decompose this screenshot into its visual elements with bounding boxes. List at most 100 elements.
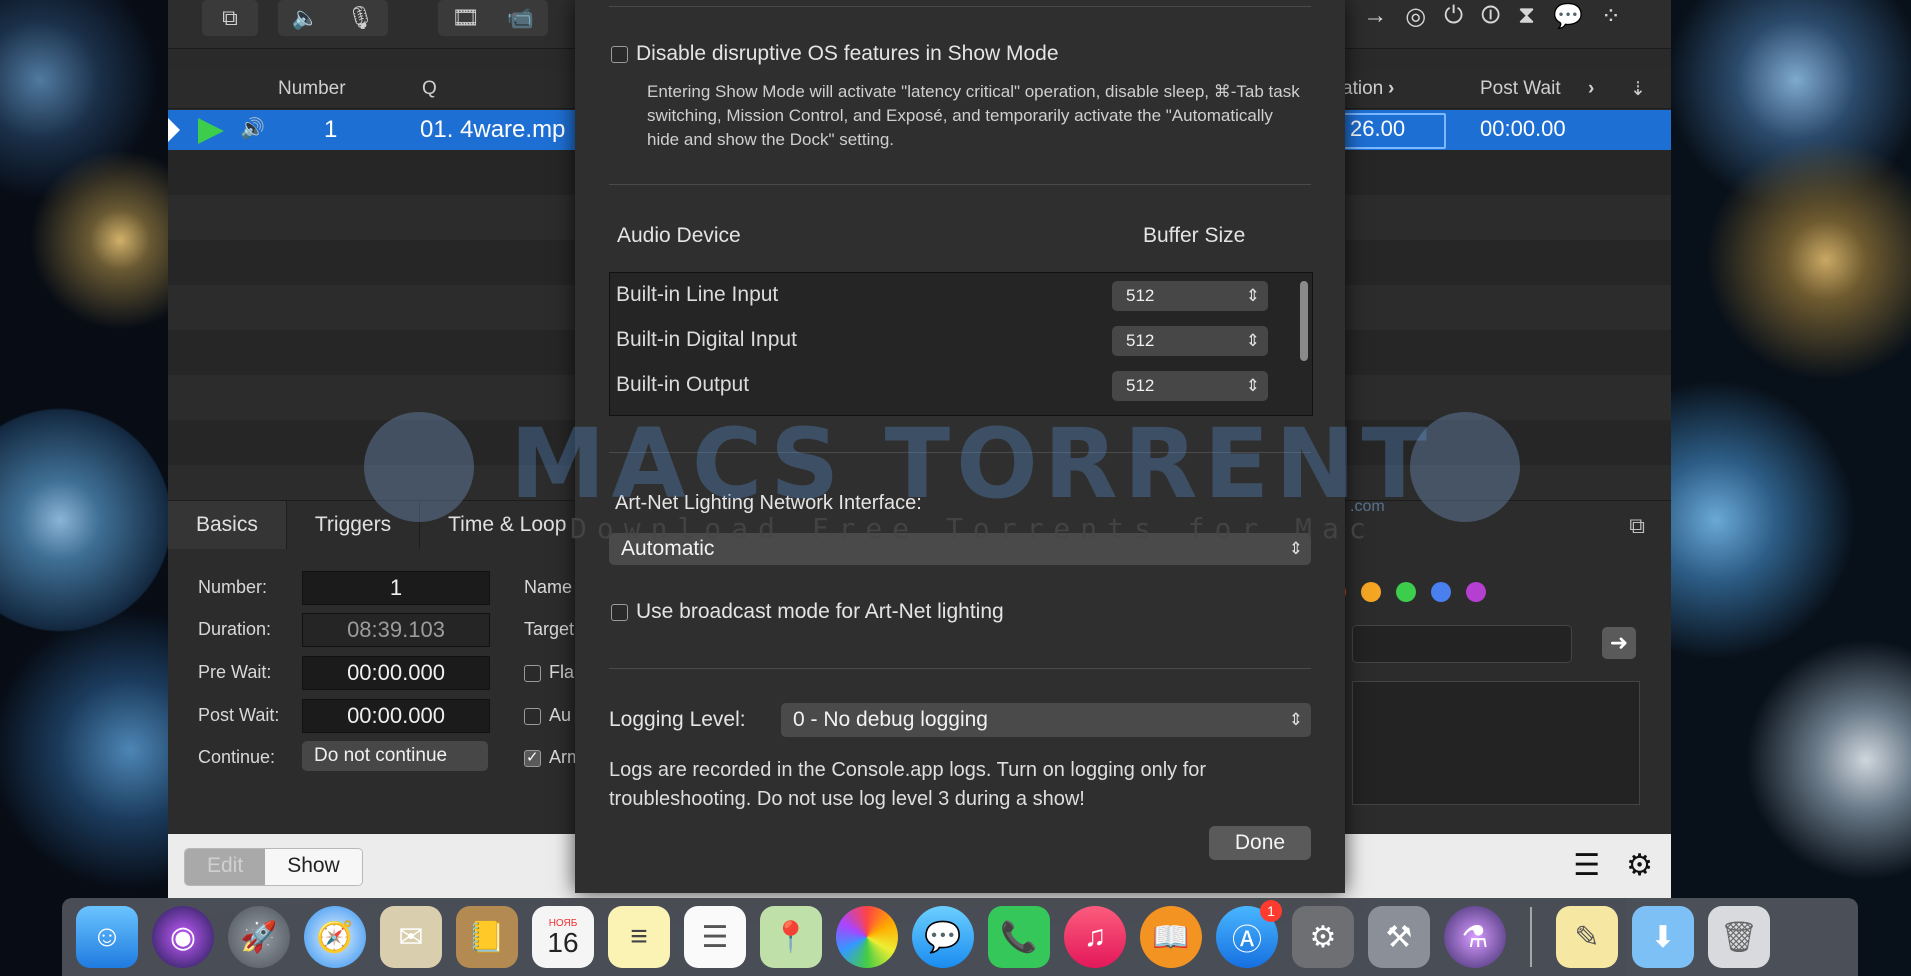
header-duration[interactable]: ation: [1342, 78, 1383, 100]
textedit-icon[interactable]: ✎: [1556, 906, 1618, 968]
target-input[interactable]: [1352, 625, 1572, 663]
scrollbar-thumb[interactable]: [1300, 281, 1308, 361]
camera-icon: 📹: [506, 5, 535, 30]
downloads-icon[interactable]: ⬇: [1632, 906, 1694, 968]
safari-icon[interactable]: 🧭: [304, 906, 366, 968]
power-icon[interactable]: ⏻: [1444, 2, 1463, 31]
header-number[interactable]: Number: [278, 78, 346, 100]
list-icon[interactable]: ☰: [1573, 848, 1600, 883]
calendar-icon[interactable]: НОЯБ 16: [532, 906, 594, 968]
gear-icon[interactable]: ⚙: [1626, 848, 1653, 883]
edit-mode-button[interactable]: Edit: [185, 849, 266, 885]
xcode-icon[interactable]: ⚒: [1368, 906, 1430, 968]
cue-duration: 26.00: [1350, 116, 1406, 141]
color-dot-blue[interactable]: [1430, 581, 1451, 602]
speaker-icon: 🔈: [291, 5, 320, 30]
auto-checkbox-row[interactable]: Au: [524, 705, 571, 726]
divider: [609, 184, 1311, 185]
group-cue-button[interactable]: ⧉: [202, 0, 258, 36]
audio-device-table: Built-in Line Input 512 Built-in Digital…: [609, 272, 1313, 416]
name-label: Name: [524, 577, 573, 597]
logging-level-select[interactable]: 0 - No debug logging: [781, 703, 1311, 737]
show-mode-checkbox[interactable]: [611, 45, 628, 63]
flag-checkbox-row[interactable]: Fla: [524, 662, 574, 683]
tab-time-loop[interactable]: Time & Loop: [420, 501, 596, 549]
buffer-size-stepper[interactable]: 512: [1112, 281, 1268, 311]
video-cue-buttons[interactable]: 🎞 📹: [438, 0, 548, 36]
appstore-icon[interactable]: Ⓐ 1: [1216, 900, 1282, 968]
cue-number: 1: [324, 116, 338, 143]
number-label: Number:: [198, 577, 268, 597]
logging-level-label: Logging Level:: [609, 708, 746, 731]
tab-triggers[interactable]: Triggers: [287, 501, 421, 549]
artnet-interface-select[interactable]: Automatic: [609, 533, 1311, 565]
tab-basics[interactable]: Basics: [168, 501, 287, 549]
pre-wait-label: Pre Wait:: [198, 662, 272, 682]
popout-icon[interactable]: ⧉: [1629, 513, 1645, 539]
color-dot-green[interactable]: [1395, 581, 1416, 602]
contacts-icon[interactable]: 📒: [456, 906, 518, 968]
photos-icon[interactable]: [836, 906, 898, 968]
broadcast-checkbox[interactable]: [611, 603, 628, 621]
memo-icon[interactable]: 💬: [1553, 2, 1583, 31]
itunes-icon[interactable]: ♫: [1064, 906, 1126, 968]
wait-hourglass-icon[interactable]: ⧗: [1518, 2, 1535, 31]
notes-area[interactable]: [1352, 681, 1640, 805]
ibooks-icon[interactable]: 📖: [1140, 906, 1202, 968]
done-button[interactable]: Done: [1209, 826, 1311, 860]
flag-checkbox[interactable]: [524, 664, 541, 682]
duration-field[interactable]: 08:39.103: [302, 613, 490, 647]
show-mode-button[interactable]: Show: [265, 849, 362, 885]
buffer-size-header: Buffer Size: [1143, 224, 1246, 247]
continue-select[interactable]: Do not continue: [302, 741, 488, 771]
buffer-size-stepper[interactable]: 512: [1112, 326, 1268, 356]
notification-badge: 1: [1260, 900, 1282, 922]
duration-label: Duration:: [198, 619, 272, 639]
launchpad-icon[interactable]: 🚀: [228, 906, 290, 968]
continue-label: Continue:: [198, 747, 276, 767]
notes-icon[interactable]: ≡: [608, 906, 670, 968]
armed-checkbox[interactable]: [524, 748, 541, 767]
dock-separator: [1530, 907, 1532, 967]
finder-icon[interactable]: ☺: [76, 906, 138, 968]
show-mode-label: Disable disruptive OS features in Show M…: [636, 42, 1059, 65]
go-target-button[interactable]: ➜: [1602, 627, 1636, 659]
maps-icon[interactable]: 📍: [760, 906, 822, 968]
reminders-icon[interactable]: ☰: [684, 906, 746, 968]
auto-checkbox[interactable]: [524, 707, 541, 725]
qlab-icon[interactable]: ⚗: [1444, 906, 1506, 968]
auto-label: Au: [549, 705, 572, 725]
pre-wait-field[interactable]: 00:00.000: [302, 656, 490, 690]
color-dot-purple[interactable]: [1465, 581, 1486, 602]
facetime-icon[interactable]: 📞: [988, 906, 1050, 968]
chevron-right-icon: ›: [1388, 78, 1395, 99]
mail-icon[interactable]: ✉: [380, 906, 442, 968]
header-q[interactable]: Q: [422, 78, 437, 100]
post-wait-label: Post Wait:: [198, 705, 280, 725]
speaker-icon: 🔊: [240, 118, 265, 140]
goto-icon[interactable]: →: [1363, 2, 1387, 31]
buffer-size-stepper[interactable]: 512: [1112, 371, 1268, 401]
device-name: Built-in Digital Input: [616, 328, 797, 351]
script-icon[interactable]: ⁘: [1601, 2, 1621, 31]
post-wait-field[interactable]: 00:00.000: [302, 699, 490, 733]
messages-icon[interactable]: 💬: [912, 906, 974, 968]
header-post-wait[interactable]: Post Wait: [1480, 78, 1561, 100]
armed-checkbox-row[interactable]: Arm: [524, 747, 582, 768]
inspector-tabs: Basics Triggers Time & Loop: [168, 501, 596, 549]
audio-cue-buttons[interactable]: 🔈 🎙: [278, 0, 388, 36]
devamp-icon[interactable]: ⏼: [1481, 2, 1500, 31]
playhead-arrow-icon: [168, 118, 180, 142]
target-icon[interactable]: ◎: [1405, 2, 1426, 31]
settings-sheet: Disable disruptive OS features in Show M…: [575, 0, 1345, 893]
show-mode-checkbox-row[interactable]: Disable disruptive OS features in Show M…: [611, 42, 1059, 66]
system-preferences-icon[interactable]: ⚙: [1292, 906, 1354, 968]
show-mode-description: Entering Show Mode will activate "latenc…: [647, 82, 1300, 149]
trash-icon[interactable]: 🗑: [1708, 906, 1770, 968]
flag-label: Fla: [549, 662, 575, 682]
color-dot-orange[interactable]: [1360, 581, 1381, 602]
toolbar-right-icons: → ◎ ⏻ ⏼ ⧗ 💬 ⁘: [1363, 2, 1621, 31]
number-field[interactable]: 1: [302, 571, 490, 605]
broadcast-checkbox-row[interactable]: Use broadcast mode for Art-Net lighting: [611, 600, 1004, 624]
siri-icon[interactable]: ◉: [152, 906, 214, 968]
